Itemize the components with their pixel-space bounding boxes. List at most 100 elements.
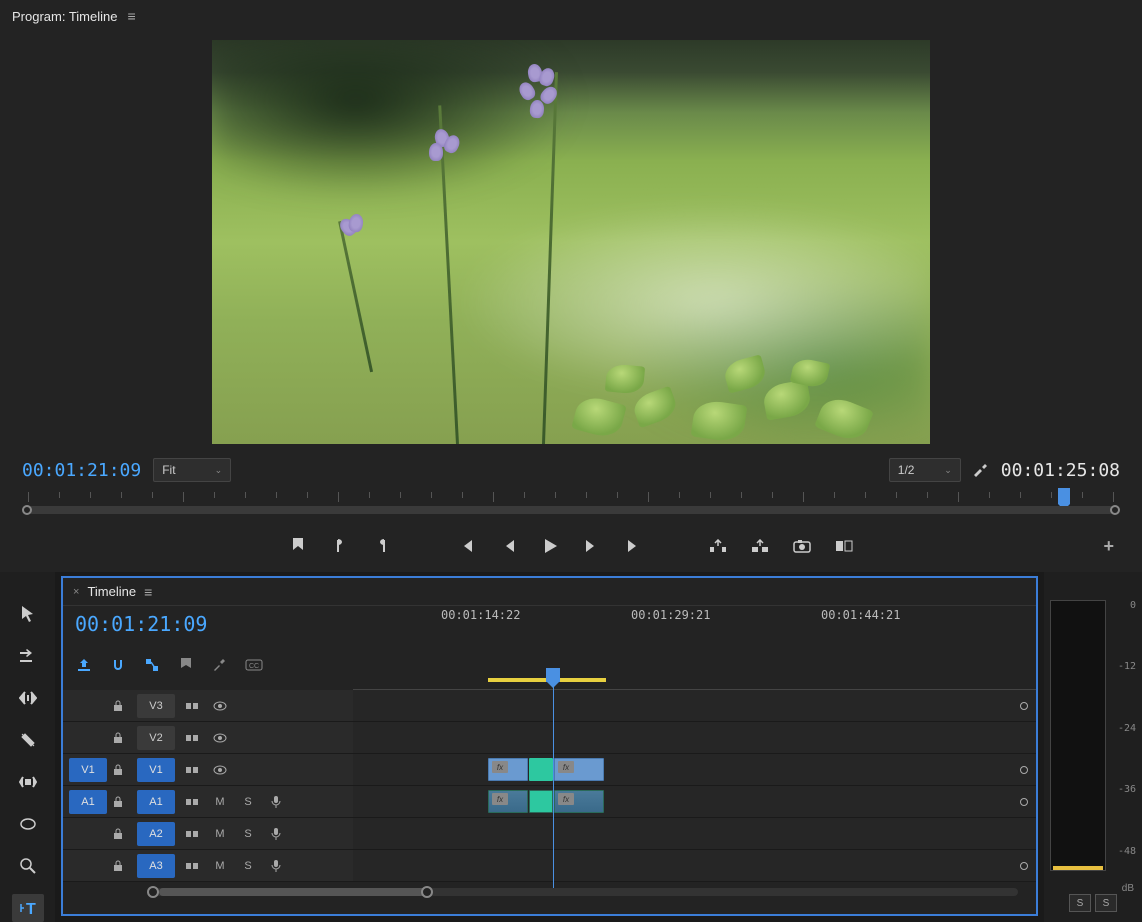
sync-lock-icon[interactable] xyxy=(181,760,203,780)
extract-button[interactable] xyxy=(750,536,770,556)
export-frame-button[interactable] xyxy=(792,536,812,556)
mute-button[interactable]: M xyxy=(209,824,231,844)
toggle-track-output-icon[interactable] xyxy=(209,760,231,780)
track-target-a3[interactable]: A3 xyxy=(137,854,175,878)
mute-button[interactable]: M xyxy=(209,856,231,876)
fit-label: Fit xyxy=(162,463,175,477)
db-label: dB xyxy=(1050,883,1136,894)
close-tab-icon[interactable]: × xyxy=(73,586,79,598)
video-clip[interactable]: fx xyxy=(488,758,528,781)
svg-text:T: T xyxy=(26,901,36,916)
snap-icon[interactable] xyxy=(109,656,127,674)
marker-icon[interactable] xyxy=(177,656,195,674)
resolution-select[interactable]: 1/2 ⌄ xyxy=(889,458,961,482)
settings-wrench-icon[interactable] xyxy=(973,462,989,478)
add-marker-button[interactable] xyxy=(288,536,308,556)
sync-indicator-icon xyxy=(1020,766,1028,774)
timeline-ruler[interactable]: 00:01:14:22 00:01:29:21 00:01:44:21 xyxy=(353,606,1036,652)
zoom-fit-select[interactable]: Fit ⌄ xyxy=(153,458,231,482)
insert-overwrite-icon[interactable] xyxy=(75,656,93,674)
program-header: Program: Timeline ≡ xyxy=(0,0,1142,32)
track-select-tool[interactable] xyxy=(12,642,44,670)
solo-button[interactable]: S xyxy=(237,856,259,876)
track-target-v1[interactable]: V1 xyxy=(137,758,175,782)
meter-solo-button[interactable]: S xyxy=(1069,894,1091,912)
track-target-a1[interactable]: A1 xyxy=(137,790,175,814)
zoom-thumb[interactable] xyxy=(159,888,429,896)
adjustment-clip[interactable] xyxy=(529,758,553,781)
timeline-tab[interactable]: Timeline xyxy=(87,584,136,599)
play-button[interactable] xyxy=(540,536,560,556)
ripple-edit-tool[interactable] xyxy=(12,684,44,712)
sync-lock-icon[interactable] xyxy=(181,696,203,716)
voiceover-icon[interactable] xyxy=(265,792,287,812)
comparison-view-button[interactable] xyxy=(834,536,854,556)
toggle-track-output-icon[interactable] xyxy=(209,728,231,748)
solo-button[interactable]: S xyxy=(237,792,259,812)
program-timecode-row: 00:01:21:09 Fit ⌄ 1/2 ⌄ 00:01:25:08 xyxy=(0,452,1142,488)
mute-button[interactable]: M xyxy=(209,792,231,812)
track-a3: A3 M S xyxy=(63,850,1036,882)
timeline-menu-icon[interactable]: ≡ xyxy=(144,584,152,600)
go-to-out-button[interactable] xyxy=(624,536,644,556)
type-tool[interactable]: T xyxy=(12,894,44,922)
scrub-zoom-left[interactable] xyxy=(22,505,32,515)
bottom-area: T × Timeline ≡ 00:01:21:09 00:01:14:22 0… xyxy=(0,572,1142,922)
lock-icon[interactable] xyxy=(113,764,131,776)
lock-icon[interactable] xyxy=(113,700,131,712)
audio-clip[interactable]: fx xyxy=(554,790,604,813)
track-a2: A2 M S xyxy=(63,818,1036,850)
tool-palette: T xyxy=(0,572,55,922)
voiceover-icon[interactable] xyxy=(265,856,287,876)
caption-track-icon[interactable]: CC xyxy=(245,656,263,674)
linked-selection-icon[interactable] xyxy=(143,656,161,674)
timeline-zoom-scroll[interactable] xyxy=(63,882,1036,902)
track-target-a2[interactable]: A2 xyxy=(137,822,175,846)
selection-tool[interactable] xyxy=(12,600,44,628)
voiceover-icon[interactable] xyxy=(265,824,287,844)
sync-lock-icon[interactable] xyxy=(181,728,203,748)
timeline-timecode[interactable]: 00:01:21:09 xyxy=(75,612,341,636)
pen-tool[interactable] xyxy=(12,810,44,838)
src-patch-a1[interactable]: A1 xyxy=(69,790,107,814)
track-target-v2[interactable]: V2 xyxy=(137,726,175,750)
src-patch-v1[interactable]: V1 xyxy=(69,758,107,782)
lift-button[interactable] xyxy=(708,536,728,556)
audio-clip[interactable]: fx xyxy=(488,790,528,813)
go-to-in-button[interactable] xyxy=(456,536,476,556)
current-timecode[interactable]: 00:01:21:09 xyxy=(22,460,141,481)
timeline-panel: × Timeline ≡ 00:01:21:09 00:01:14:22 00:… xyxy=(61,576,1038,916)
panel-menu-icon[interactable]: ≡ xyxy=(127,8,135,24)
razor-tool[interactable] xyxy=(12,726,44,754)
zoom-handle-right[interactable] xyxy=(421,886,433,898)
ruler-label: 00:01:44:21 xyxy=(821,608,900,622)
lock-icon[interactable] xyxy=(113,732,131,744)
lock-icon[interactable] xyxy=(113,796,131,808)
mark-in-button[interactable] xyxy=(330,536,350,556)
program-scrub-bar[interactable] xyxy=(0,488,1142,520)
zoom-handle-left[interactable] xyxy=(147,886,159,898)
toggle-track-output-icon[interactable] xyxy=(209,696,231,716)
step-back-button[interactable] xyxy=(498,536,518,556)
meter-solo-button[interactable]: S xyxy=(1095,894,1117,912)
sync-lock-icon[interactable] xyxy=(181,856,203,876)
track-target-v3[interactable]: V3 xyxy=(137,694,175,718)
preview-area xyxy=(0,32,1142,452)
scrub-zoom-right[interactable] xyxy=(1110,505,1120,515)
playhead-marker[interactable] xyxy=(1058,488,1070,504)
solo-button[interactable]: S xyxy=(237,824,259,844)
mark-out-button[interactable] xyxy=(372,536,392,556)
sync-lock-icon[interactable] xyxy=(181,792,203,812)
sync-lock-icon[interactable] xyxy=(181,824,203,844)
lock-icon[interactable] xyxy=(113,860,131,872)
video-clip[interactable]: fx xyxy=(554,758,604,781)
timeline-settings-icon[interactable] xyxy=(211,656,229,674)
button-editor-icon[interactable]: + xyxy=(1103,536,1114,557)
audio-clip[interactable] xyxy=(529,790,553,813)
lock-icon[interactable] xyxy=(113,828,131,840)
slip-tool[interactable] xyxy=(12,768,44,796)
step-forward-button[interactable] xyxy=(582,536,602,556)
timeline-playhead[interactable] xyxy=(553,678,554,888)
zoom-tool[interactable] xyxy=(12,852,44,880)
video-preview[interactable] xyxy=(212,40,930,444)
